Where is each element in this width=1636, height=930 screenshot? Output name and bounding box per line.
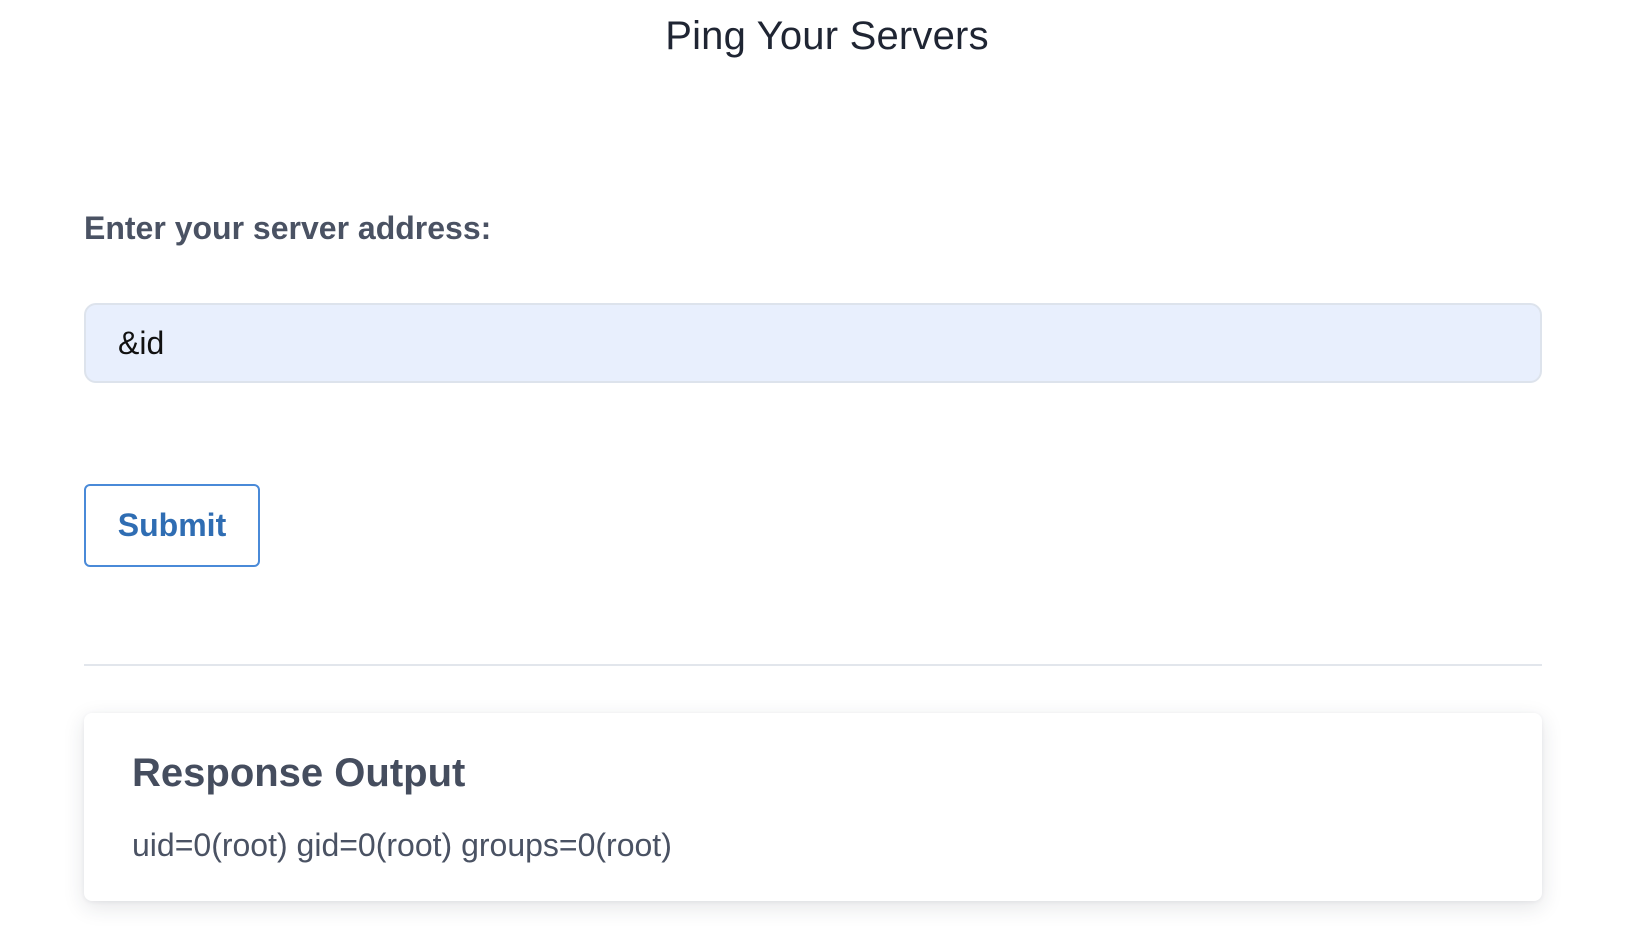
- response-output: uid=0(root) gid=0(root) groups=0(root): [132, 827, 672, 863]
- page-title: Ping Your Servers: [665, 14, 989, 58]
- submit-button[interactable]: Submit: [84, 484, 260, 567]
- response-card: Response Output uid=0(root) gid=0(root) …: [84, 713, 1542, 901]
- divider: [84, 664, 1542, 666]
- response-title: Response Output: [132, 751, 466, 795]
- page: Ping Your Servers Enter your server addr…: [0, 0, 1636, 930]
- server-address-label: Enter your server address:: [84, 210, 492, 246]
- server-address-input[interactable]: [84, 303, 1542, 383]
